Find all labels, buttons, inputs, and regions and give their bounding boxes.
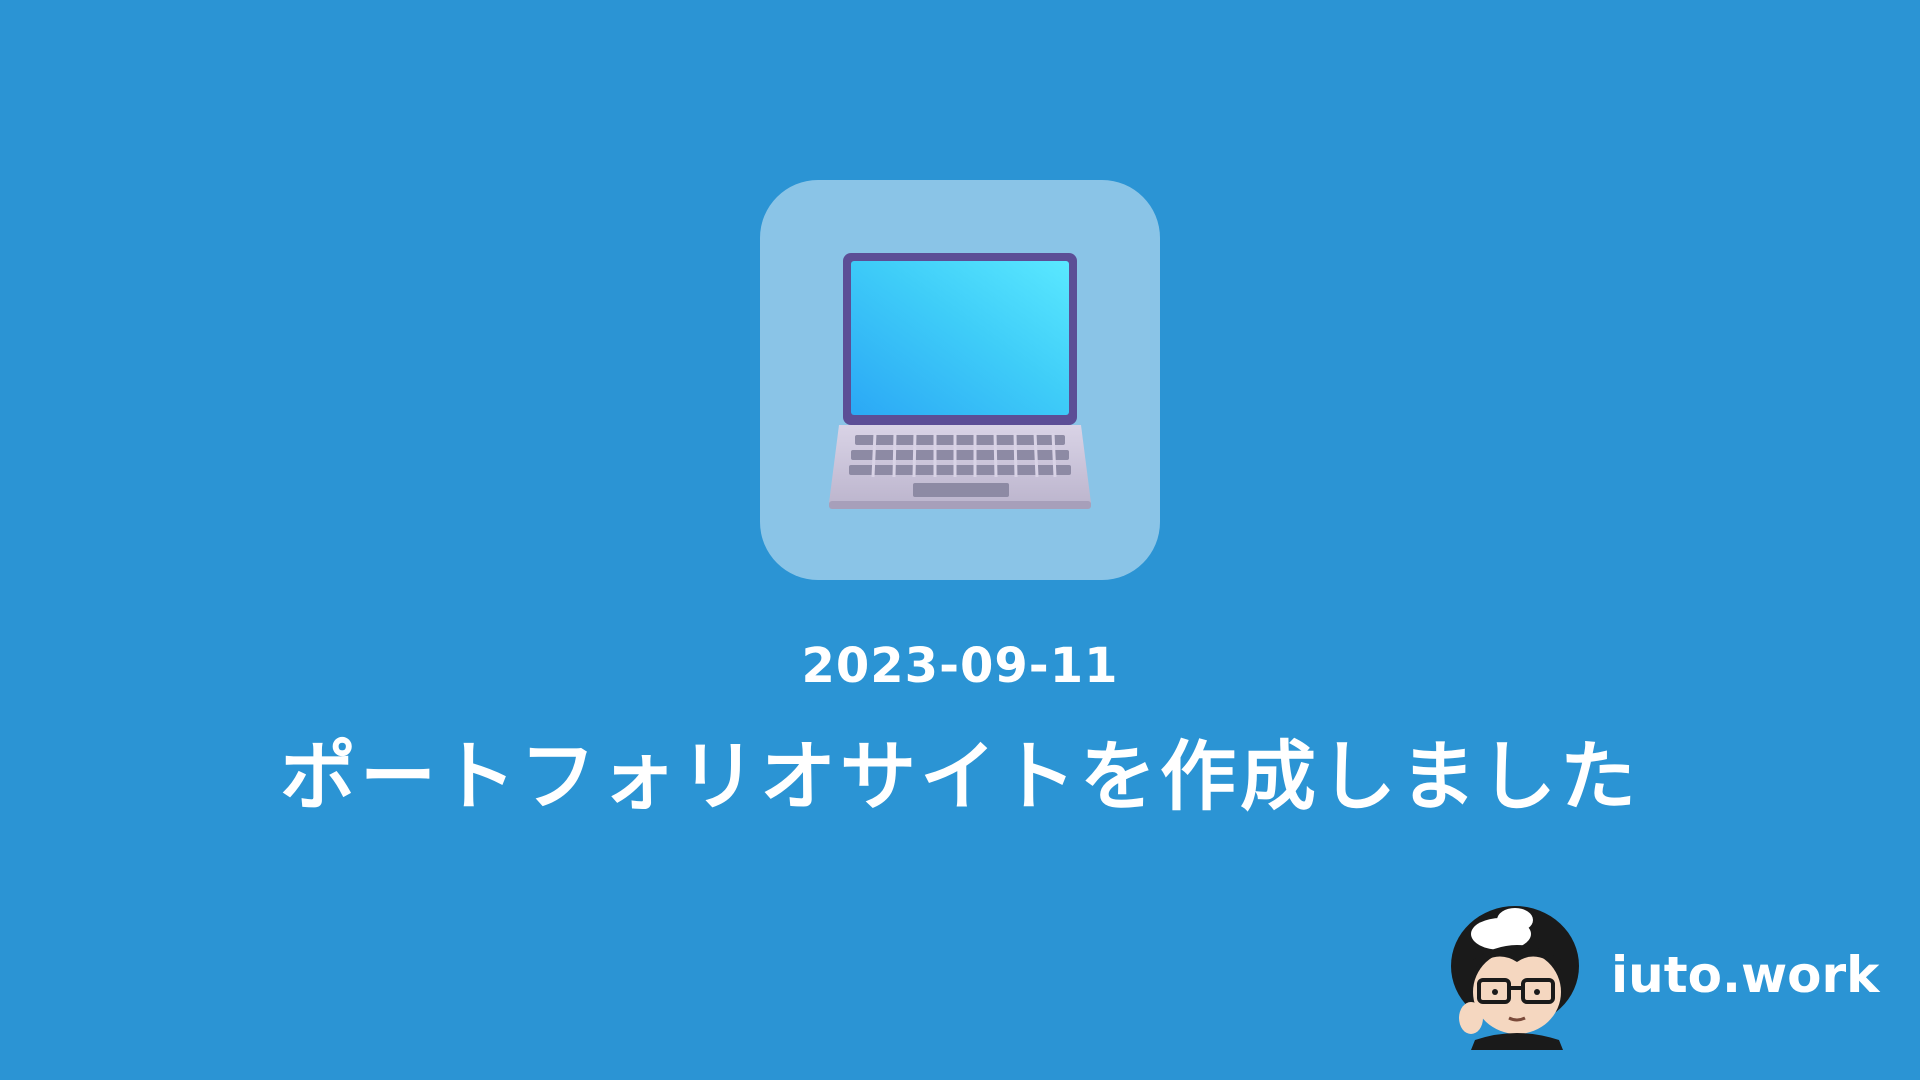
post-title: ポートフォリオサイトを作成しました: [280, 732, 1640, 821]
brand-block: iuto.work: [1445, 900, 1879, 1050]
site-name: iuto.work: [1611, 946, 1880, 1004]
post-date: 2023-09-11: [801, 638, 1119, 694]
laptop-icon: [829, 253, 1091, 509]
avatar-icon: [1451, 906, 1579, 1050]
icon-tile: [760, 180, 1160, 580]
